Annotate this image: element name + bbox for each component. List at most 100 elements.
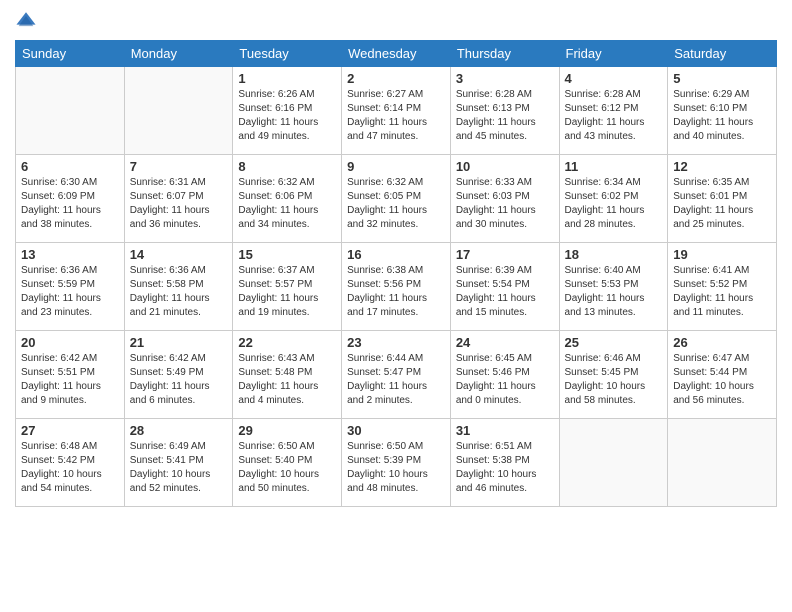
day-number: 26 [673,335,771,350]
day-info: Sunrise: 6:36 AMSunset: 5:58 PMDaylight:… [130,264,228,320]
day-info: Sunrise: 6:51 AMSunset: 5:38 PMDaylight:… [456,440,554,496]
calendar-cell [16,67,125,155]
calendar-cell: 6 Sunrise: 6:30 AMSunset: 6:09 PMDaylight… [16,155,125,243]
week-row-2: 6 Sunrise: 6:30 AMSunset: 6:09 PMDaylight… [16,155,777,243]
logo-icon [15,10,37,32]
day-info: Sunrise: 6:49 AMSunset: 5:41 PMDaylight:… [130,440,228,496]
day-info: Sunrise: 6:32 AMSunset: 6:06 PMDaylight:… [238,176,336,232]
day-number: 20 [21,335,119,350]
calendar-cell: 24Sunrise: 6:45 AMSunset: 5:46 PMDayligh… [450,331,559,419]
day-number: 28 [130,423,228,438]
calendar: SundayMondayTuesdayWednesdayThursdayFrid… [15,40,777,507]
day-info: Sunrise: 6:44 AMSunset: 5:47 PMDaylight:… [347,352,445,408]
week-row-1: 1 Sunrise: 6:26 AMSunset: 6:16 PMDaylight… [16,67,777,155]
calendar-cell: 31Sunrise: 6:51 AMSunset: 5:38 PMDayligh… [450,419,559,507]
day-number: 14 [130,247,228,262]
day-number: 6 [21,159,119,174]
calendar-cell [668,419,777,507]
week-row-3: 13Sunrise: 6:36 AMSunset: 5:59 PMDayligh… [16,243,777,331]
calendar-cell: 28 Sunrise: 6:49 AMSunset: 5:41 PMDayligh… [124,419,233,507]
calendar-cell: 22Sunrise: 6:43 AMSunset: 5:48 PMDayligh… [233,331,342,419]
day-info: Sunrise: 6:42 AMSunset: 5:49 PMDaylight:… [130,352,228,408]
weekday-header-monday: Monday [124,41,233,67]
day-number: 5 [673,71,771,86]
day-number: 9 [347,159,445,174]
day-number: 29 [238,423,336,438]
day-number: 2 [347,71,445,86]
header [15,10,777,32]
logo [15,10,41,32]
day-number: 18 [565,247,663,262]
weekday-header-tuesday: Tuesday [233,41,342,67]
day-info: Sunrise: 6:37 AMSunset: 5:57 PMDaylight:… [238,264,336,320]
day-number: 10 [456,159,554,174]
weekday-header-sunday: Sunday [16,41,125,67]
calendar-cell: 1 Sunrise: 6:26 AMSunset: 6:16 PMDaylight… [233,67,342,155]
calendar-cell: 16 Sunrise: 6:38 AMSunset: 5:56 PMDayligh… [342,243,451,331]
calendar-cell: 17Sunrise: 6:39 AMSunset: 5:54 PMDayligh… [450,243,559,331]
calendar-cell: 27 Sunrise: 6:48 AMSunset: 5:42 PMDayligh… [16,419,125,507]
day-number: 25 [565,335,663,350]
calendar-cell: 20 Sunrise: 6:42 AMSunset: 5:51 PMDayligh… [16,331,125,419]
day-info: Sunrise: 6:29 AMSunset: 6:10 PMDaylight:… [673,88,771,144]
day-number: 7 [130,159,228,174]
day-number: 17 [456,247,554,262]
day-info: Sunrise: 6:36 AMSunset: 5:59 PMDaylight:… [21,264,119,320]
day-info: Sunrise: 6:47 AMSunset: 5:44 PMDaylight:… [673,352,771,408]
calendar-cell: 4 Sunrise: 6:28 AMSunset: 6:12 PMDaylight… [559,67,668,155]
calendar-cell [559,419,668,507]
day-number: 12 [673,159,771,174]
calendar-cell [124,67,233,155]
day-info: Sunrise: 6:35 AMSunset: 6:01 PMDaylight:… [673,176,771,232]
day-info: Sunrise: 6:42 AMSunset: 5:51 PMDaylight:… [21,352,119,408]
day-info: Sunrise: 6:31 AMSunset: 6:07 PMDaylight:… [130,176,228,232]
calendar-cell: 19Sunrise: 6:41 AMSunset: 5:52 PMDayligh… [668,243,777,331]
day-info: Sunrise: 6:48 AMSunset: 5:42 PMDaylight:… [21,440,119,496]
weekday-header-thursday: Thursday [450,41,559,67]
calendar-cell: 29Sunrise: 6:50 AMSunset: 5:40 PMDayligh… [233,419,342,507]
day-info: Sunrise: 6:27 AMSunset: 6:14 PMDaylight:… [347,88,445,144]
day-number: 15 [238,247,336,262]
calendar-cell: 10Sunrise: 6:33 AMSunset: 6:03 PMDayligh… [450,155,559,243]
day-info: Sunrise: 6:38 AMSunset: 5:56 PMDaylight:… [347,264,445,320]
day-number: 3 [456,71,554,86]
calendar-cell: 2 Sunrise: 6:27 AMSunset: 6:14 PMDaylight… [342,67,451,155]
day-number: 4 [565,71,663,86]
calendar-cell: 23Sunrise: 6:44 AMSunset: 5:47 PMDayligh… [342,331,451,419]
calendar-cell: 5 Sunrise: 6:29 AMSunset: 6:10 PMDaylight… [668,67,777,155]
day-number: 16 [347,247,445,262]
day-info: Sunrise: 6:28 AMSunset: 6:13 PMDaylight:… [456,88,554,144]
day-number: 24 [456,335,554,350]
day-info: Sunrise: 6:41 AMSunset: 5:52 PMDaylight:… [673,264,771,320]
day-number: 1 [238,71,336,86]
day-info: Sunrise: 6:32 AMSunset: 6:05 PMDaylight:… [347,176,445,232]
weekday-header-friday: Friday [559,41,668,67]
week-row-4: 20 Sunrise: 6:42 AMSunset: 5:51 PMDayligh… [16,331,777,419]
calendar-cell: 21 Sunrise: 6:42 AMSunset: 5:49 PMDayligh… [124,331,233,419]
day-info: Sunrise: 6:30 AMSunset: 6:09 PMDaylight:… [21,176,119,232]
day-info: Sunrise: 6:28 AMSunset: 6:12 PMDaylight:… [565,88,663,144]
day-info: Sunrise: 6:26 AMSunset: 6:16 PMDaylight:… [238,88,336,144]
day-info: Sunrise: 6:46 AMSunset: 5:45 PMDaylight:… [565,352,663,408]
weekday-header-wednesday: Wednesday [342,41,451,67]
page: SundayMondayTuesdayWednesdayThursdayFrid… [0,0,792,612]
calendar-cell: 15 Sunrise: 6:37 AMSunset: 5:57 PMDayligh… [233,243,342,331]
calendar-cell: 7 Sunrise: 6:31 AMSunset: 6:07 PMDaylight… [124,155,233,243]
calendar-cell: 14 Sunrise: 6:36 AMSunset: 5:58 PMDayligh… [124,243,233,331]
day-info: Sunrise: 6:34 AMSunset: 6:02 PMDaylight:… [565,176,663,232]
week-row-5: 27 Sunrise: 6:48 AMSunset: 5:42 PMDayligh… [16,419,777,507]
day-info: Sunrise: 6:40 AMSunset: 5:53 PMDaylight:… [565,264,663,320]
calendar-cell: 8 Sunrise: 6:32 AMSunset: 6:06 PMDaylight… [233,155,342,243]
day-info: Sunrise: 6:50 AMSunset: 5:39 PMDaylight:… [347,440,445,496]
calendar-cell: 13Sunrise: 6:36 AMSunset: 5:59 PMDayligh… [16,243,125,331]
calendar-cell: 18 Sunrise: 6:40 AMSunset: 5:53 PMDayligh… [559,243,668,331]
calendar-cell: 3 Sunrise: 6:28 AMSunset: 6:13 PMDaylight… [450,67,559,155]
day-number: 11 [565,159,663,174]
day-number: 8 [238,159,336,174]
calendar-cell: 12 Sunrise: 6:35 AMSunset: 6:01 PMDayligh… [668,155,777,243]
calendar-cell: 30Sunrise: 6:50 AMSunset: 5:39 PMDayligh… [342,419,451,507]
weekday-header-saturday: Saturday [668,41,777,67]
calendar-cell: 26 Sunrise: 6:47 AMSunset: 5:44 PMDayligh… [668,331,777,419]
day-number: 27 [21,423,119,438]
day-number: 21 [130,335,228,350]
